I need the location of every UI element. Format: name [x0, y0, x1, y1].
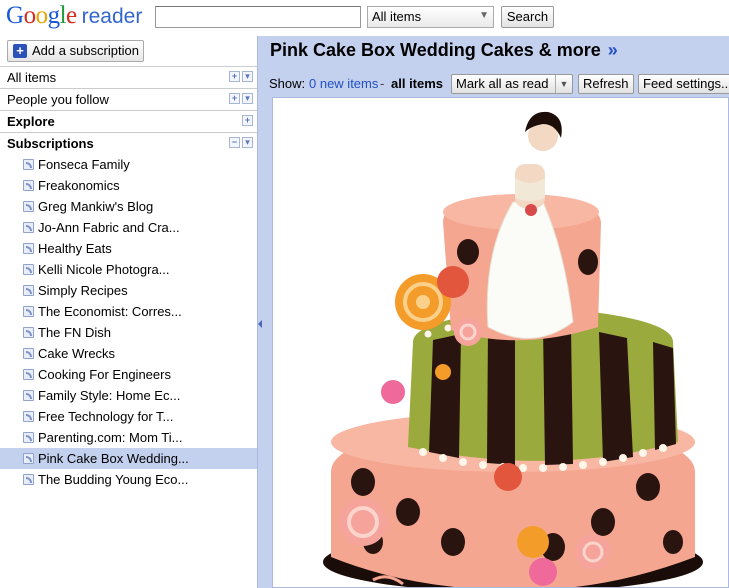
feed-icon	[23, 180, 34, 191]
feed-icon	[23, 201, 34, 212]
subscription-item[interactable]: The Budding Young Eco...	[0, 469, 257, 490]
subscription-label: Freakonomics	[38, 178, 120, 193]
feed-icon	[23, 243, 34, 254]
chevron-down-icon: ▼	[479, 10, 489, 21]
add-subscription-label: Add a subscription	[32, 43, 139, 58]
feed-settings-button[interactable]: Feed settings...	[638, 74, 729, 94]
nav-subscriptions[interactable]: Subscriptions − ▾	[0, 132, 257, 154]
feed-icon	[23, 264, 34, 275]
feed-icon	[23, 369, 34, 380]
feed-icon	[23, 306, 34, 317]
subscription-label: Jo-Ann Fabric and Cra...	[38, 220, 180, 235]
show-separator: -	[380, 76, 385, 91]
nav-splitter[interactable]	[257, 36, 264, 588]
feed-icon	[23, 474, 34, 485]
subscription-label: Healthy Eats	[38, 241, 112, 256]
subscription-item[interactable]: Fonseca Family	[0, 154, 257, 175]
subscription-label: Cake Wrecks	[38, 346, 116, 361]
expand-plus-icon[interactable]: +	[229, 71, 240, 82]
chevron-down-icon[interactable]: ▼	[555, 75, 572, 93]
nav-explore[interactable]: Explore +	[0, 110, 257, 132]
new-items-link[interactable]: 0 new items	[309, 76, 378, 91]
feed-title-more[interactable]: »	[608, 40, 618, 60]
feed-icon	[23, 159, 34, 170]
nav-people-you-follow[interactable]: People you follow + ▾	[0, 88, 257, 110]
cake-photo[interactable]	[303, 102, 703, 588]
subscription-item[interactable]: Simply Recipes	[0, 280, 257, 301]
subscription-label: Free Technology for T...	[38, 409, 174, 424]
top-bar: Google reader All items ▼ Search	[0, 0, 729, 36]
nav-all-items-label: All items	[7, 70, 57, 85]
subscription-item[interactable]: Pink Cake Box Wedding...	[0, 448, 257, 469]
expand-plus-icon[interactable]: +	[242, 115, 253, 126]
google-reader-logo[interactable]: Google reader	[6, 2, 142, 30]
expand-plus-icon[interactable]: +	[229, 93, 240, 104]
search-scope-select[interactable]: All items ▼	[367, 6, 494, 28]
subscription-item[interactable]: Cake Wrecks	[0, 343, 257, 364]
feed-toolbar: Show: 0 new items - all items Mark all a…	[264, 72, 729, 96]
sidebar: + Add a subscription All items + ▾ Peopl…	[0, 36, 257, 588]
feed-icon	[23, 222, 34, 233]
subscription-item[interactable]: Greg Mankiw's Blog	[0, 196, 257, 217]
feed-icon	[23, 453, 34, 464]
subscription-label: Parenting.com: Mom Ti...	[38, 430, 183, 445]
feed-icon	[23, 411, 34, 422]
subscription-label: Family Style: Home Ec...	[38, 388, 181, 403]
feed-icon	[23, 390, 34, 401]
subscription-item[interactable]: Freakonomics	[0, 175, 257, 196]
plus-icon: +	[13, 44, 27, 58]
feed-icon	[23, 327, 34, 338]
collapse-left-icon[interactable]	[258, 320, 262, 328]
search-input[interactable]	[155, 6, 361, 28]
refresh-button[interactable]: Refresh	[578, 74, 634, 94]
subscription-item[interactable]: The FN Dish	[0, 322, 257, 343]
feed-title[interactable]: Pink Cake Box Wedding Cakes & more »	[270, 40, 618, 61]
chevron-down-icon[interactable]: ▾	[242, 71, 253, 82]
feed-icon	[23, 348, 34, 359]
entries-pane[interactable]	[272, 97, 729, 588]
feed-icon	[23, 432, 34, 443]
feed-icon	[23, 285, 34, 296]
main-pane: Pink Cake Box Wedding Cakes & more » Sho…	[264, 36, 729, 588]
subscription-label: Simply Recipes	[38, 283, 128, 298]
show-label: Show:	[269, 76, 306, 91]
nav-all-items[interactable]: All items + ▾	[0, 66, 257, 88]
add-subscription-button[interactable]: + Add a subscription	[7, 40, 144, 62]
subscription-item[interactable]: Jo-Ann Fabric and Cra...	[0, 217, 257, 238]
subscription-item[interactable]: Healthy Eats	[0, 238, 257, 259]
feed-title-text: Pink Cake Box Wedding Cakes & more	[270, 40, 601, 60]
subscription-item[interactable]: Cooking For Engineers	[0, 364, 257, 385]
subscription-label: Pink Cake Box Wedding...	[38, 451, 189, 466]
nav-people-label: People you follow	[7, 92, 109, 107]
subscription-label: Cooking For Engineers	[38, 367, 171, 382]
nav-subscriptions-label: Subscriptions	[7, 136, 94, 151]
subscription-item[interactable]: Free Technology for T...	[0, 406, 257, 427]
search-button[interactable]: Search	[501, 6, 554, 28]
subscription-item[interactable]: The Economist: Corres...	[0, 301, 257, 322]
mark-all-read-button[interactable]: Mark all as read ▼	[451, 74, 573, 94]
subscription-label: The Economist: Corres...	[38, 304, 182, 319]
subscription-label: Greg Mankiw's Blog	[38, 199, 154, 214]
mark-all-read-label: Mark all as read	[456, 76, 549, 91]
subscription-label: The Budding Young Eco...	[38, 472, 189, 487]
chevron-down-icon[interactable]: ▾	[242, 137, 253, 148]
collapse-minus-icon[interactable]: −	[229, 137, 240, 148]
all-items-filter[interactable]: all items	[391, 76, 443, 91]
subscription-label: Kelli Nicole Photogra...	[38, 262, 170, 277]
subscription-label: Fonseca Family	[38, 157, 130, 172]
search-scope-value: All items	[372, 9, 422, 24]
nav-explore-label: Explore	[7, 114, 55, 129]
chevron-down-icon[interactable]: ▾	[242, 93, 253, 104]
subscription-item[interactable]: Kelli Nicole Photogra...	[0, 259, 257, 280]
logo-product-name: reader	[81, 5, 143, 28]
subscription-item[interactable]: Family Style: Home Ec...	[0, 385, 257, 406]
subscription-label: The FN Dish	[38, 325, 111, 340]
subscription-item[interactable]: Parenting.com: Mom Ti...	[0, 427, 257, 448]
